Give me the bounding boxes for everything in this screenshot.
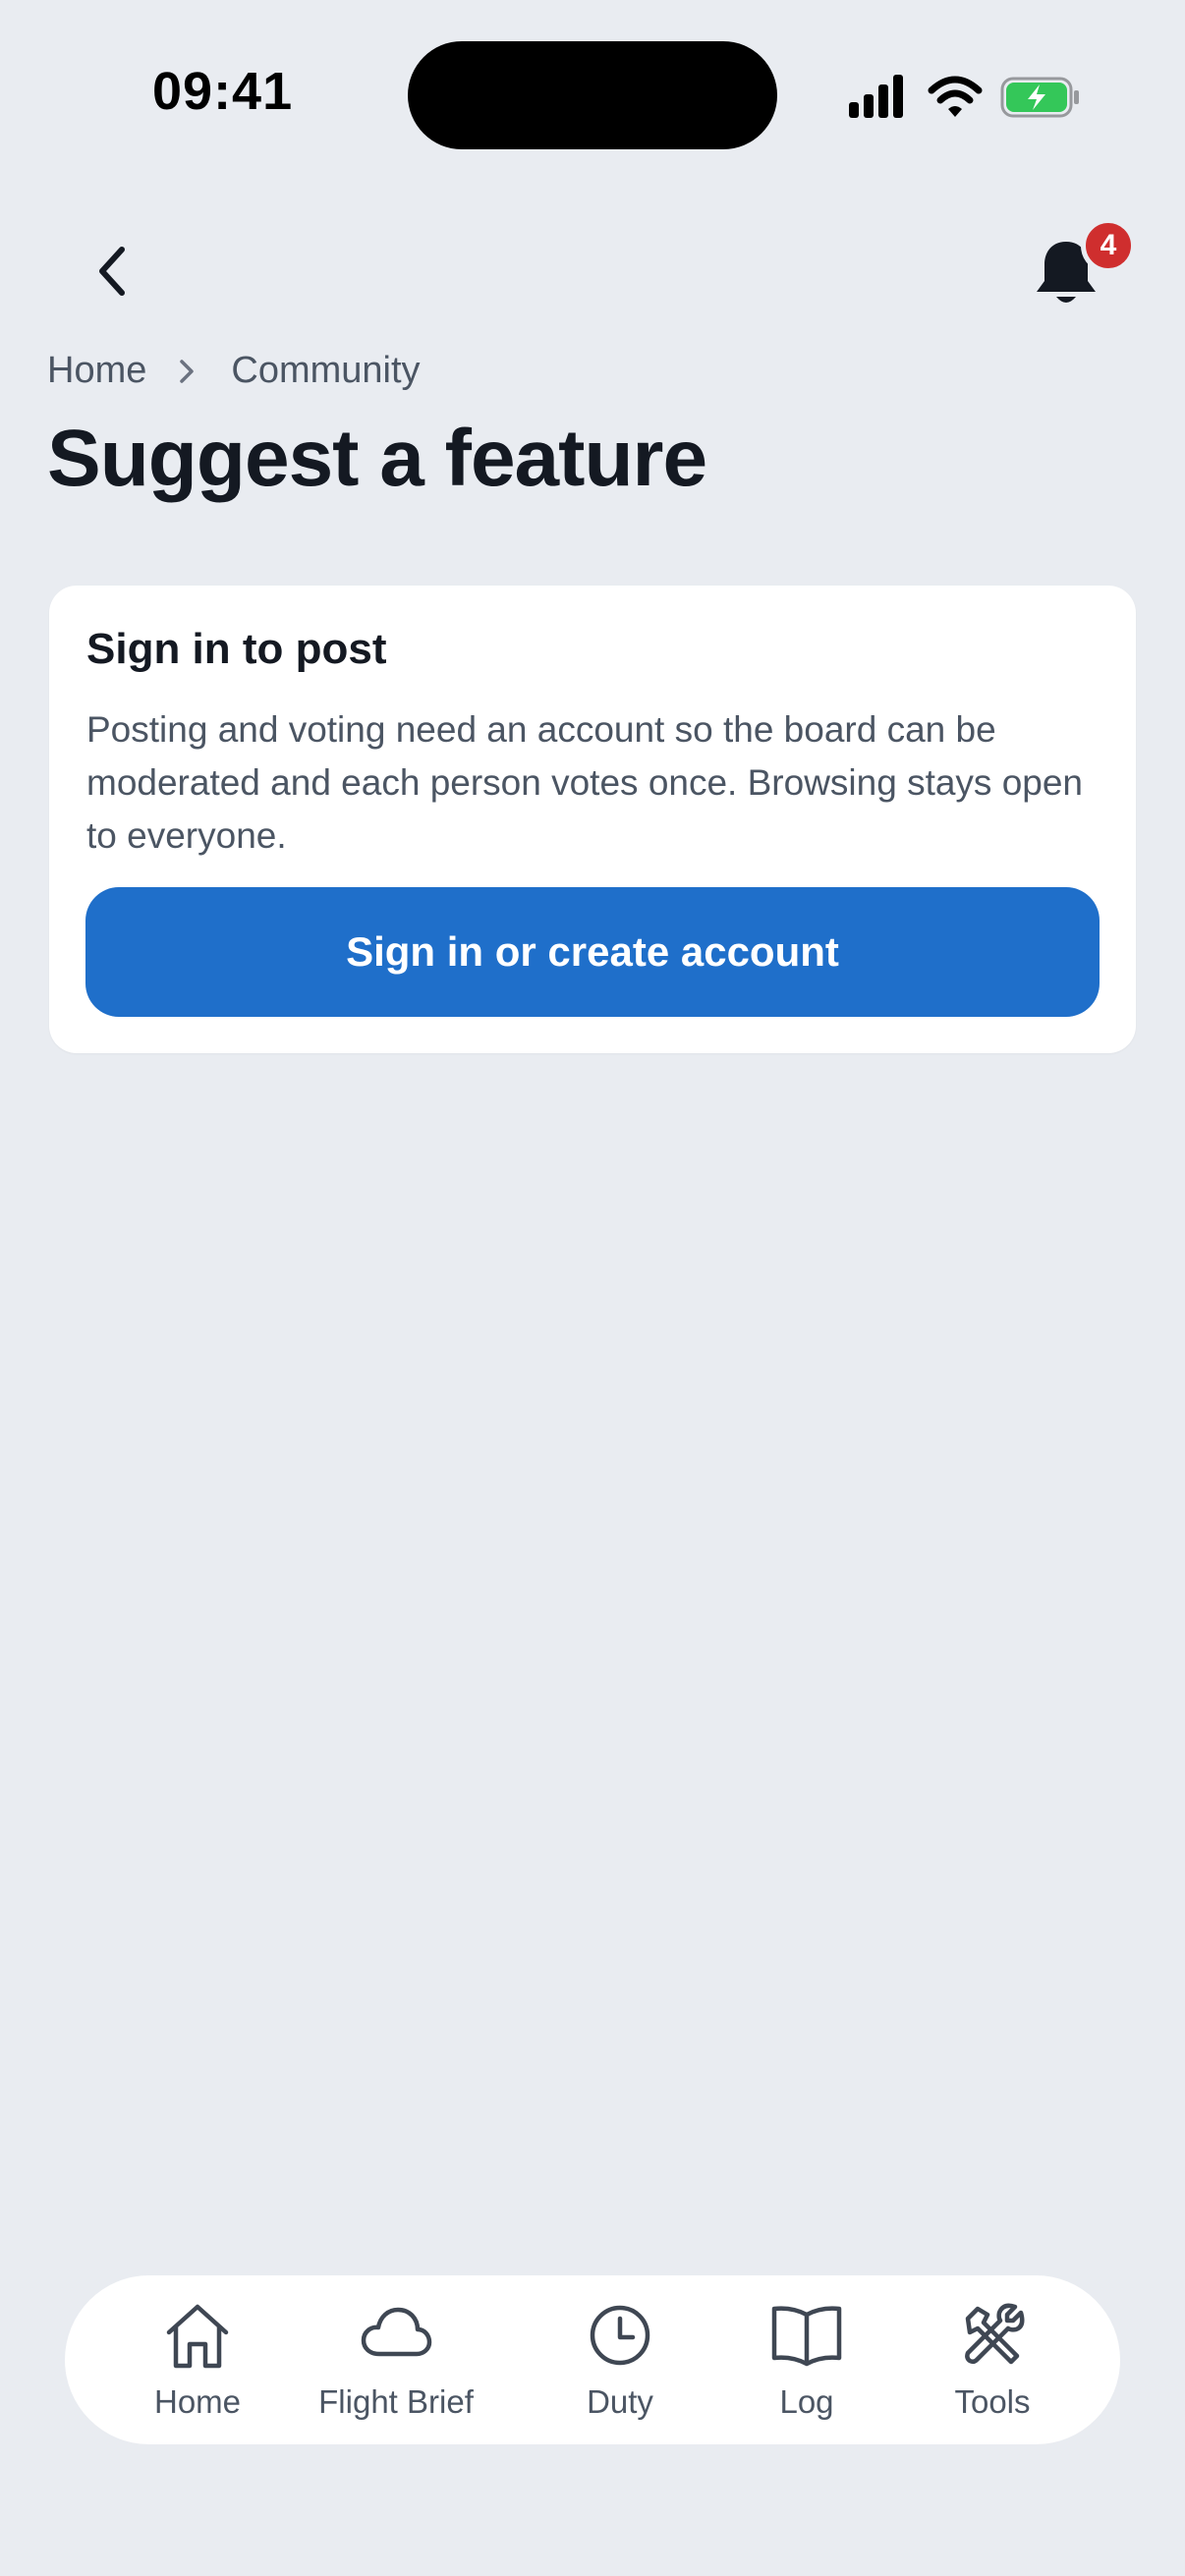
dynamic-island [408, 41, 777, 149]
bottom-tab-bar: Home Flight Brief Duty Log Tools [65, 2275, 1120, 2444]
breadcrumb-home[interactable]: Home [47, 350, 146, 392]
back-button[interactable] [77, 232, 147, 310]
card-description: Posting and voting need an account so th… [86, 709, 1084, 856]
cloud-icon [361, 2307, 432, 2357]
clock-icon [590, 2305, 650, 2366]
card-title: Sign in to post [86, 625, 387, 673]
wifi-icon [928, 76, 983, 117]
breadcrumb-community[interactable]: Community [231, 350, 420, 392]
tab-label: Log [779, 2383, 834, 2420]
notifications-button[interactable]: 4 [1034, 218, 1136, 310]
tab-home[interactable]: Home [143, 2299, 252, 2427]
screen: 09:41 4 Home Community Suggest a feature… [0, 0, 1185, 2576]
chevron-right-icon [178, 358, 196, 385]
tab-label: Duty [587, 2383, 653, 2420]
cellular-signal-icon [849, 75, 903, 118]
notification-badge: 4 [1081, 218, 1136, 273]
tab-log[interactable]: Log [753, 2299, 861, 2427]
tab-duty[interactable]: Duty [566, 2299, 674, 2427]
tools-icon [965, 2303, 1025, 2365]
tab-label: Home [153, 2383, 242, 2420]
page-title: Suggest a feature [47, 414, 707, 503]
chevron-left-icon [99, 247, 125, 296]
book-icon [771, 2306, 842, 2367]
sign-in-card: Sign in to post Posting and voting need … [49, 586, 1136, 1053]
tab-tools[interactable]: Tools [938, 2299, 1046, 2427]
status-time: 09:41 [152, 62, 294, 121]
tab-flight-brief[interactable]: Flight Brief [318, 2299, 474, 2427]
tab-label: Flight Brief [318, 2383, 474, 2420]
home-icon [166, 2304, 229, 2369]
tab-label: Tools [954, 2383, 1031, 2420]
breadcrumb: Home Community [47, 350, 421, 392]
battery-charging-icon [1000, 77, 1079, 118]
sign-in-button[interactable]: Sign in or create account [85, 887, 1100, 1017]
